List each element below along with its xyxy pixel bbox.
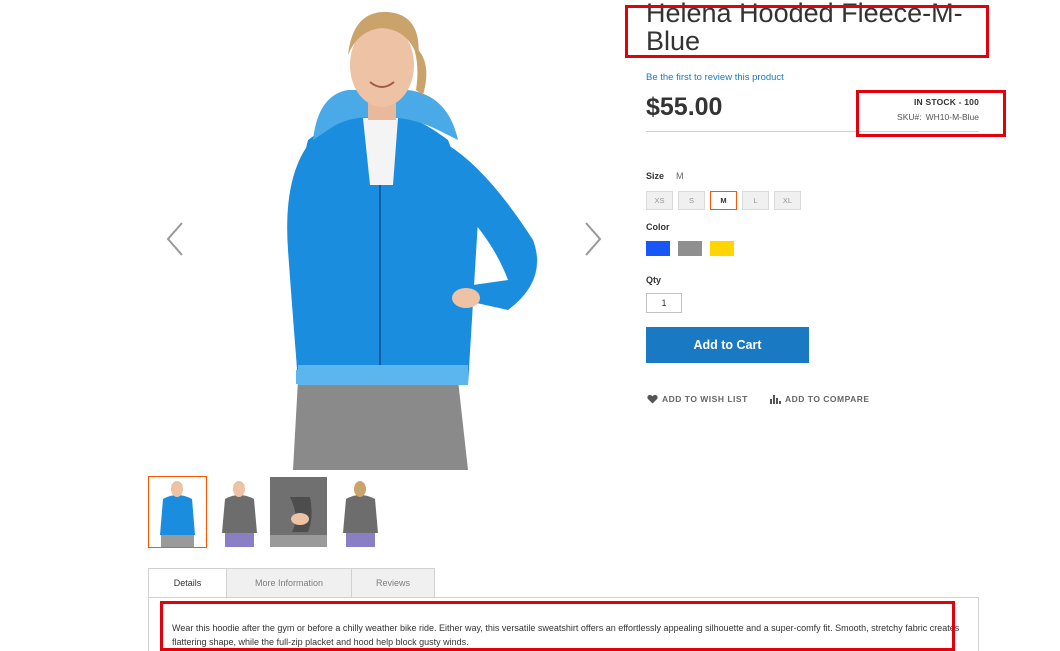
size-selected-value: M bbox=[676, 171, 684, 181]
color-swatch-gray[interactable] bbox=[678, 241, 702, 256]
sku-value: WH10-M-Blue bbox=[925, 112, 979, 122]
price-divider bbox=[646, 131, 979, 132]
main-product-image bbox=[287, 11, 538, 470]
tab-reviews[interactable]: Reviews bbox=[351, 568, 435, 598]
size-option-xs[interactable]: XS bbox=[646, 191, 673, 210]
product-sku: SKU#: WH10-M-Blue bbox=[860, 112, 979, 122]
thumbnail-4[interactable] bbox=[331, 476, 390, 548]
heart-icon bbox=[647, 394, 658, 404]
qty-input[interactable]: 1 bbox=[646, 293, 682, 313]
product-gallery bbox=[148, 0, 618, 470]
first-review-link[interactable]: Be the first to review this product bbox=[646, 72, 784, 83]
tab-details[interactable]: Details bbox=[148, 568, 227, 599]
tab-more-information[interactable]: More Information bbox=[226, 568, 352, 598]
compare-label: ADD TO COMPARE bbox=[785, 394, 870, 404]
add-to-wish-list-link[interactable]: ADD TO WISH LIST bbox=[647, 394, 748, 404]
gallery-next-arrow-icon[interactable] bbox=[582, 221, 604, 257]
product-price: $55.00 bbox=[646, 93, 723, 121]
thumbnail-3[interactable] bbox=[269, 476, 328, 548]
color-swatch-blue[interactable] bbox=[646, 241, 670, 256]
wish-list-label: ADD TO WISH LIST bbox=[662, 394, 748, 404]
thumbnail-2[interactable] bbox=[210, 476, 269, 548]
size-option-l[interactable]: L bbox=[742, 191, 769, 210]
stock-status: IN STOCK - 100 bbox=[914, 97, 979, 107]
size-option-m[interactable]: M bbox=[709, 190, 738, 211]
color-swatch-yellow[interactable] bbox=[710, 241, 734, 256]
add-to-cart-button[interactable]: Add to Cart bbox=[646, 327, 809, 363]
product-description: Wear this hoodie after the gym or before… bbox=[172, 623, 960, 647]
thumbnail-1[interactable] bbox=[148, 476, 207, 548]
size-label: Size bbox=[646, 171, 665, 181]
product-title: Helena Hooded Fleece-M-Blue bbox=[646, 0, 963, 56]
qty-label: Qty bbox=[646, 275, 662, 285]
size-option-xl[interactable]: XL bbox=[774, 191, 801, 210]
gallery-prev-arrow-icon[interactable] bbox=[164, 221, 186, 257]
bar-chart-icon bbox=[770, 395, 781, 404]
size-option-s[interactable]: S bbox=[678, 191, 705, 210]
add-to-compare-link[interactable]: ADD TO COMPARE bbox=[770, 394, 870, 404]
color-label: Color bbox=[646, 222, 670, 232]
sku-label: SKU#: bbox=[897, 112, 922, 122]
